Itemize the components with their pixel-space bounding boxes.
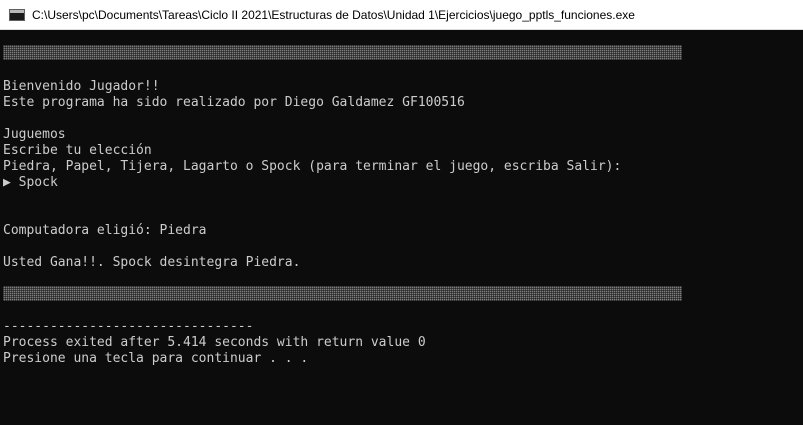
console-app-icon	[9, 8, 25, 21]
shaded-divider-bottom	[3, 286, 682, 301]
prompt-choice-line: Escribe tu elección	[3, 143, 152, 158]
options-line: Piedra, Papel, Tijera, Lagarto o Spock (…	[3, 159, 622, 174]
input-marker-icon: ▶	[3, 175, 11, 190]
console-output[interactable]: Bienvenido Jugador!! Este programa ha si…	[0, 30, 803, 425]
user-input: Spock	[18, 175, 58, 190]
computer-choice-line: Computadora eligió: Piedra	[3, 223, 207, 238]
window-title: C:\Users\pc\Documents\Tareas\Ciclo II 20…	[32, 7, 635, 22]
author-line: Este programa ha sido realizado por Dieg…	[3, 95, 465, 110]
user-input-line[interactable]: ▶ Spock	[3, 175, 58, 191]
result-line: Usted Gana!!. Spock desintegra Piedra.	[3, 255, 301, 270]
title-bar[interactable]: C:\Users\pc\Documents\Tareas\Ciclo II 20…	[0, 0, 803, 30]
process-exit-line: Process exited after 5.414 seconds with …	[3, 335, 426, 350]
welcome-line: Bienvenido Jugador!!	[3, 79, 160, 94]
lets-play-line: Juguemos	[3, 127, 66, 142]
separator-line: --------------------------------	[3, 319, 254, 334]
shaded-divider-top	[3, 45, 682, 60]
press-key-line: Presione una tecla para continuar . . .	[3, 351, 309, 366]
